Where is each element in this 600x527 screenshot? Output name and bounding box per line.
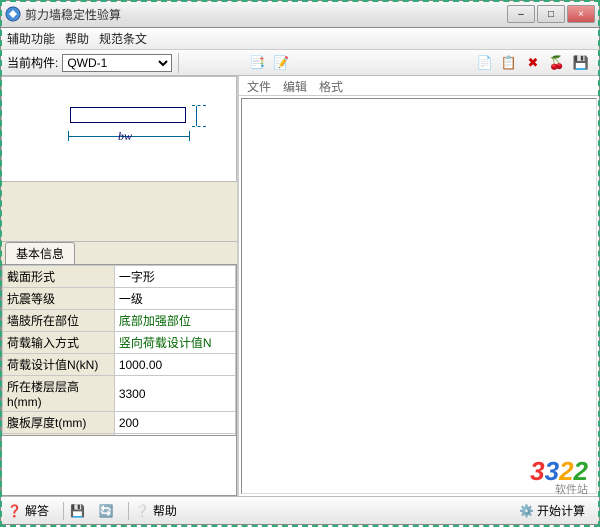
right-menu-edit[interactable]: 编辑 [283,78,307,93]
property-table: 截面形式一字形抗震等级一级墙肢所在部位底部加强部位荷载输入方式竖向荷载设计值N荷… [1,264,237,436]
prop-key: 抗震等级 [3,288,115,310]
prop-value[interactable]: 1000.00 [114,354,235,376]
diagram-gap [1,182,237,242]
status-disk[interactable]: 💾 [70,504,85,518]
prop-row[interactable]: 抗震等级一级 [3,288,236,310]
disk-icon: 💾 [70,504,85,518]
current-member-label: 当前构件: [7,54,58,71]
output-area[interactable] [241,98,597,494]
dim-thickness [192,105,206,127]
save-icon[interactable]: 💾 [572,54,590,72]
minimize-button[interactable]: – [507,5,535,23]
prop-row[interactable]: 荷载设计值N(kN)1000.00 [3,354,236,376]
right-menu-file[interactable]: 文件 [247,78,271,93]
prop-value[interactable]: 3300 [114,376,235,412]
question-icon: ❓ [7,504,22,518]
prop-row[interactable]: 墙肢所在部位底部加强部位 [3,310,236,332]
toolbar: 当前构件: QWD-1 📑 📝 📄 📋 ✖ 🍒 💾 [0,50,600,76]
prop-value[interactable]: 200 [114,412,235,434]
prop-row[interactable]: 截面形式一字形 [3,266,236,288]
status-help[interactable]: ❔ 帮助 [135,502,177,519]
status-sep2 [128,502,129,520]
page2-icon[interactable]: 📋 [500,54,518,72]
section-diagram: bw [1,76,237,182]
status-bar: ❓ 解答 💾 🔄 ❔ 帮助 ⚙️ 开始计算 [0,496,600,525]
prop-key: 腹板厚度t(mm) [3,412,115,434]
status-sep1 [63,502,64,520]
close-button[interactable]: × [567,5,595,23]
prop-key: 截面形式 [3,266,115,288]
prop-row[interactable]: 所在楼层层高h(mm)3300 [3,376,236,412]
help-icon: ❔ [135,504,150,518]
status-start-label: 开始计算 [537,502,585,519]
left-pane: bw 基本信息 截面形式一字形抗震等级一级墙肢所在部位底部加强部位荷载输入方式竖… [1,76,239,496]
prop-key: 荷载输入方式 [3,332,115,354]
app-icon [5,6,21,22]
tab-basic-info[interactable]: 基本信息 [5,242,75,264]
right-menubar: 文件 编辑 格式 [239,76,599,96]
status-refresh[interactable]: 🔄 [99,504,114,518]
menu-spec[interactable]: 规范条文 [99,30,147,47]
copy-icon[interactable]: 📑 [248,54,266,72]
prop-value[interactable]: 一级 [114,288,235,310]
refresh-icon: 🔄 [99,504,114,518]
menu-help[interactable]: 帮助 [65,30,89,47]
prop-row[interactable]: 腹板厚度t(mm)200 [3,412,236,434]
menu-aux[interactable]: 辅助功能 [7,30,55,47]
status-explain-label: 解答 [25,502,49,519]
prop-key: 所在楼层层高h(mm) [3,376,115,412]
prop-value[interactable]: 一字形 [114,266,235,288]
status-help-label: 帮助 [153,502,177,519]
gear-icon: ⚙️ [519,504,534,518]
right-pane: 文件 编辑 格式 [239,76,599,496]
cherry-icon[interactable]: 🍒 [548,54,566,72]
delete-icon[interactable]: ✖ [524,54,542,72]
prop-key: 荷载设计值N(kN) [3,354,115,376]
current-member-select[interactable]: QWD-1 [62,54,172,72]
section-rect [70,107,186,123]
prop-key: 墙肢所在部位 [3,310,115,332]
note-icon[interactable]: 📝 [272,54,290,72]
prop-value[interactable]: 竖向荷载设计值N [114,332,235,354]
prop-value[interactable]: 底部加强部位 [114,310,235,332]
window-title: 剪力墙稳定性验算 [25,6,505,23]
tab-header: 基本信息 [1,242,237,264]
dim-bw-label: bw [118,129,132,144]
page1-icon[interactable]: 📄 [476,54,494,72]
status-explain[interactable]: ❓ 解答 [7,502,49,519]
menu-bar: 辅助功能 帮助 规范条文 [0,28,600,50]
status-start[interactable]: ⚙️ 开始计算 [519,502,585,519]
title-bar: 剪力墙稳定性验算 – □ × [0,0,600,28]
maximize-button[interactable]: □ [537,5,565,23]
property-blank [1,436,237,496]
right-menu-format[interactable]: 格式 [319,78,343,93]
window-controls: – □ × [505,5,595,23]
main-area: bw 基本信息 截面形式一字形抗震等级一级墙肢所在部位底部加强部位荷载输入方式竖… [0,76,600,496]
prop-row[interactable]: 荷载输入方式竖向荷载设计值N [3,332,236,354]
toolbar-sep [178,53,179,73]
